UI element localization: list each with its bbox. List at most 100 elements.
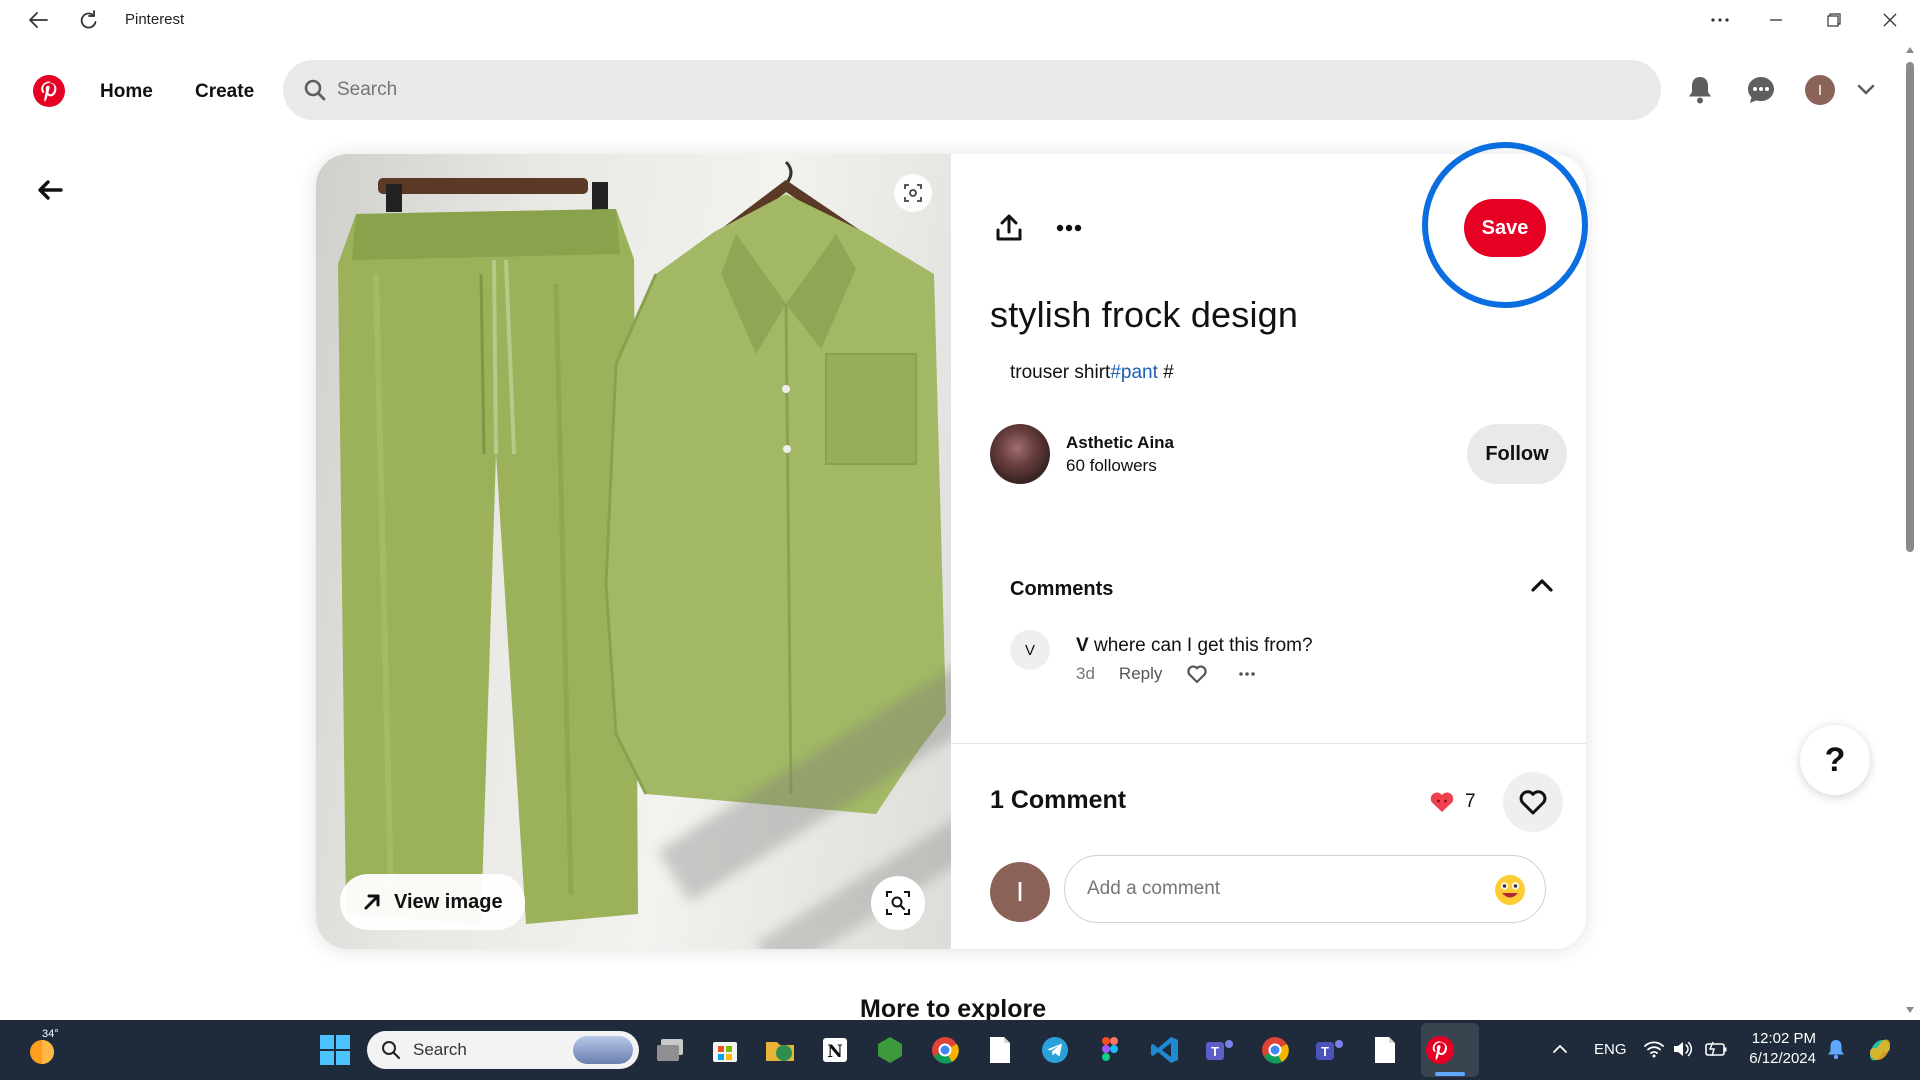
save-button[interactable]: Save: [1464, 199, 1546, 257]
nav-create[interactable]: Create: [195, 81, 254, 103]
comment-author[interactable]: V: [1076, 635, 1089, 656]
emoji-picker-icon[interactable]: [1493, 873, 1527, 907]
minimize-icon[interactable]: [1756, 4, 1796, 36]
weather-temperature: 34°: [42, 1028, 59, 1040]
pin-title: stylish frock design: [990, 294, 1299, 335]
search-icon: [304, 79, 326, 101]
share-icon: [996, 214, 1022, 241]
taskbar-search-label: Search: [413, 1040, 467, 1059]
creator-followers: 60 followers: [1066, 456, 1157, 475]
file-explorer-icon[interactable]: [762, 1032, 798, 1068]
notification-bell-icon[interactable]: [1826, 1038, 1846, 1060]
figma-icon[interactable]: [1092, 1032, 1128, 1068]
nodejs-icon[interactable]: [872, 1032, 908, 1068]
comment-more-icon[interactable]: [1238, 671, 1256, 677]
notifications-bell-icon[interactable]: [1680, 70, 1720, 110]
chevron-down-icon[interactable]: [1846, 70, 1886, 110]
taskbar-clock[interactable]: 12:02 PM 6/12/2024: [1742, 1029, 1816, 1069]
volume-icon[interactable]: [1672, 1040, 1692, 1058]
microsoft-store-icon[interactable]: [707, 1032, 743, 1068]
nav-home[interactable]: Home: [100, 81, 153, 103]
comments-heading: Comments: [1010, 578, 1114, 600]
view-image-button[interactable]: View image: [340, 874, 525, 930]
search-icon: [382, 1041, 401, 1060]
document-icon[interactable]: [1367, 1032, 1403, 1068]
divider: [951, 743, 1586, 744]
add-comment-box[interactable]: [1064, 855, 1546, 923]
title-bar: Pinterest: [0, 0, 1920, 40]
battery-icon[interactable]: [1704, 1040, 1728, 1058]
chrome-icon[interactable]: [927, 1032, 963, 1068]
creator-name[interactable]: Asthetic Aina: [1066, 433, 1174, 453]
active-app-indicator: [1435, 1072, 1465, 1076]
notepad-icon[interactable]: [982, 1032, 1018, 1068]
search-highlight-image: [573, 1036, 633, 1064]
page-scrollbar[interactable]: [1900, 42, 1920, 1020]
messages-icon[interactable]: [1741, 70, 1781, 110]
pin-description: trouser shirt#pant #: [1010, 362, 1174, 384]
notion-icon[interactable]: N: [817, 1032, 853, 1068]
teams-classic-icon[interactable]: T: [1312, 1032, 1348, 1068]
heart-eyes-emoji-icon: [1430, 792, 1454, 812]
share-button[interactable]: [987, 206, 1031, 250]
pinterest-logo[interactable]: [33, 75, 65, 107]
chevron-up-icon: [1531, 579, 1553, 592]
pin-image[interactable]: View image: [316, 154, 951, 949]
windows-start-icon[interactable]: [318, 1033, 352, 1067]
scroll-up-icon[interactable]: [1905, 46, 1915, 54]
help-button[interactable]: ?: [1800, 725, 1870, 795]
reaction-number: 7: [1465, 791, 1476, 812]
heart-icon: [1519, 790, 1547, 815]
react-button[interactable]: [1503, 772, 1563, 832]
outfit-illustration: [338, 160, 946, 924]
clock-time: 12:02 PM: [1751, 1030, 1816, 1047]
svg-text:T: T: [1321, 1044, 1329, 1059]
add-comment-input[interactable]: [1087, 878, 1467, 900]
user-avatar[interactable]: I: [1805, 75, 1835, 105]
svg-text:T: T: [1211, 1044, 1219, 1059]
current-user-avatar[interactable]: I: [990, 862, 1050, 922]
close-icon[interactable]: [1870, 4, 1910, 36]
commenter-avatar[interactable]: V: [1010, 630, 1050, 670]
taskbar-search[interactable]: Search: [367, 1031, 639, 1069]
collapse-comments-button[interactable]: [1531, 578, 1553, 597]
back-nav-icon[interactable]: [24, 6, 52, 34]
show-hidden-icons-icon[interactable]: [1552, 1044, 1568, 1054]
view-image-label: View image: [394, 890, 503, 913]
comment-meta: 3d Reply: [1076, 664, 1256, 684]
reply-button[interactable]: Reply: [1119, 664, 1162, 684]
back-arrow-button[interactable]: [30, 170, 70, 210]
arrow-up-right-icon: [364, 894, 380, 910]
follow-button[interactable]: Follow: [1467, 424, 1567, 484]
comment-age: 3d: [1076, 664, 1095, 683]
scroll-down-icon[interactable]: [1905, 1006, 1915, 1014]
restore-icon[interactable]: [1814, 4, 1854, 36]
task-view-icon[interactable]: [652, 1032, 688, 1068]
visual-search-button[interactable]: [894, 174, 932, 212]
copilot-icon[interactable]: [1864, 1034, 1896, 1066]
lens-search-icon: [886, 891, 910, 915]
ellipsis-icon: [1056, 224, 1082, 232]
vscode-icon[interactable]: [1147, 1032, 1183, 1068]
language-indicator[interactable]: ENG: [1594, 1041, 1627, 1058]
teams-icon[interactable]: T: [1202, 1032, 1238, 1068]
scan-icon: [904, 184, 922, 202]
arrow-left-icon: [38, 180, 63, 200]
scroll-thumb[interactable]: [1906, 62, 1914, 552]
creator-avatar[interactable]: [990, 424, 1050, 484]
search-bar[interactable]: [283, 60, 1661, 120]
reload-icon[interactable]: [74, 6, 102, 34]
wifi-icon[interactable]: [1644, 1040, 1664, 1058]
chrome-profile-icon[interactable]: [1257, 1032, 1293, 1068]
reaction-count: 7: [1429, 790, 1476, 814]
window-menu-icon[interactable]: [1700, 4, 1740, 36]
telegram-icon[interactable]: [1037, 1032, 1073, 1068]
more-options-button[interactable]: [1047, 206, 1091, 250]
lens-search-button[interactable]: [871, 876, 925, 930]
hashtag-link[interactable]: #pant: [1110, 362, 1158, 383]
pin-details: Save stylish frock design trouser shirt#…: [951, 154, 1586, 949]
like-comment-icon[interactable]: [1186, 664, 1208, 684]
comment-count: 1 Comment: [990, 786, 1127, 814]
pinterest-taskbar-icon[interactable]: [1422, 1032, 1458, 1068]
search-input[interactable]: [337, 79, 1537, 101]
